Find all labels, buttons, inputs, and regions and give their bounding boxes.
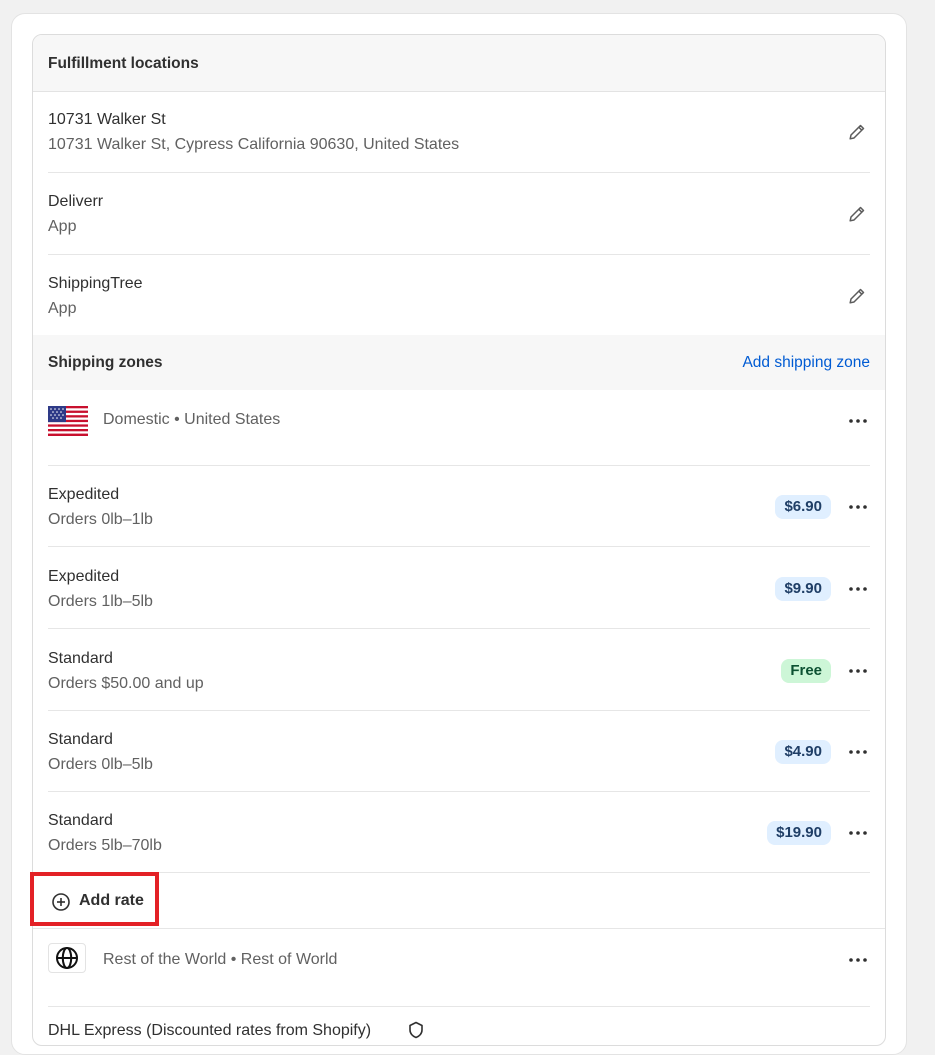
location-name: ShippingTree [48, 275, 143, 292]
location-row: Deliverr App [33, 173, 885, 255]
us-flag-icon [48, 406, 88, 436]
rate-condition: Orders $50.00 and up [48, 675, 204, 692]
shipping-zones-header: Shipping zones Add shipping zone [33, 335, 885, 390]
zone-row-rest-of-world: Rest of the World • Rest of World [33, 928, 885, 1007]
location-name: Deliverr [48, 193, 104, 210]
rate-row: Expedited Orders 1lb–5lb $9.90 [33, 547, 885, 629]
more-actions-icon[interactable] [847, 497, 869, 517]
zone-label: Rest of the World • Rest of World [103, 951, 338, 968]
rate-row: Expedited Orders 0lb–1lb $6.90 [33, 466, 885, 547]
edit-pencil-icon[interactable] [847, 286, 867, 306]
zone-row-domestic: Domestic • United States [33, 390, 885, 466]
more-actions-icon[interactable] [847, 823, 869, 843]
zone-label: Domestic • United States [103, 411, 281, 428]
rate-condition: Orders 0lb–1lb [48, 511, 153, 528]
globe-icon-frame [48, 943, 86, 973]
more-actions-icon[interactable] [847, 411, 869, 431]
rate-condition: Orders 0lb–5lb [48, 756, 153, 773]
location-address: 10731 Walker St, Cypress California 9063… [48, 136, 460, 153]
rate-price-badge: $6.90 [775, 495, 831, 519]
fulfillment-locations-header: Fulfillment locations [33, 35, 885, 92]
more-actions-icon[interactable] [847, 950, 869, 970]
rate-name: Expedited [48, 568, 120, 585]
location-type: App [48, 300, 77, 317]
edit-pencil-icon[interactable] [847, 122, 867, 142]
edit-pencil-icon[interactable] [847, 204, 867, 224]
location-row: ShippingTree App [33, 255, 885, 335]
rate-condition: Orders 1lb–5lb [48, 593, 153, 610]
shopify-shield-icon [409, 1021, 423, 1039]
location-name: 10731 Walker St [48, 111, 166, 128]
more-actions-icon[interactable] [847, 579, 869, 599]
rate-name: Standard [48, 731, 113, 748]
rate-name: Expedited [48, 486, 120, 503]
carrier-row: DHL Express (Discounted rates from Shopi… [33, 1006, 885, 1045]
rate-name: Standard [48, 650, 113, 667]
rate-row: Standard Orders 5lb–70lb $19.90 [33, 792, 885, 873]
add-rate-button[interactable]: Add rate [30, 872, 159, 926]
shipping-profile-card: Fulfillment locations 10731 Walker St 10… [32, 34, 886, 1046]
rate-condition: Orders 5lb–70lb [48, 837, 162, 854]
rate-price-badge: $4.90 [775, 740, 831, 764]
divider [48, 872, 870, 873]
globe-icon [56, 947, 78, 969]
rate-price-badge: $9.90 [775, 577, 831, 601]
add-rate-label: Add rate [79, 892, 144, 909]
location-type: App [48, 218, 77, 235]
more-actions-icon[interactable] [847, 742, 869, 762]
fulfillment-locations-title: Fulfillment locations [48, 55, 199, 72]
location-row: 10731 Walker St 10731 Walker St, Cypress… [33, 92, 885, 173]
rate-price-badge: $19.90 [767, 821, 831, 845]
rate-free-badge: Free [781, 659, 831, 683]
rate-row: Standard Orders $50.00 and up Free [33, 629, 885, 711]
plus-circle-icon [52, 893, 70, 911]
more-actions-icon[interactable] [847, 661, 869, 681]
carrier-name: DHL Express (Discounted rates from Shopi… [48, 1022, 372, 1039]
add-shipping-zone-link[interactable]: Add shipping zone [742, 354, 870, 372]
rate-row: Standard Orders 0lb–5lb $4.90 [33, 710, 885, 792]
shipping-zones-title: Shipping zones [48, 354, 163, 371]
rate-name: Standard [48, 812, 113, 829]
